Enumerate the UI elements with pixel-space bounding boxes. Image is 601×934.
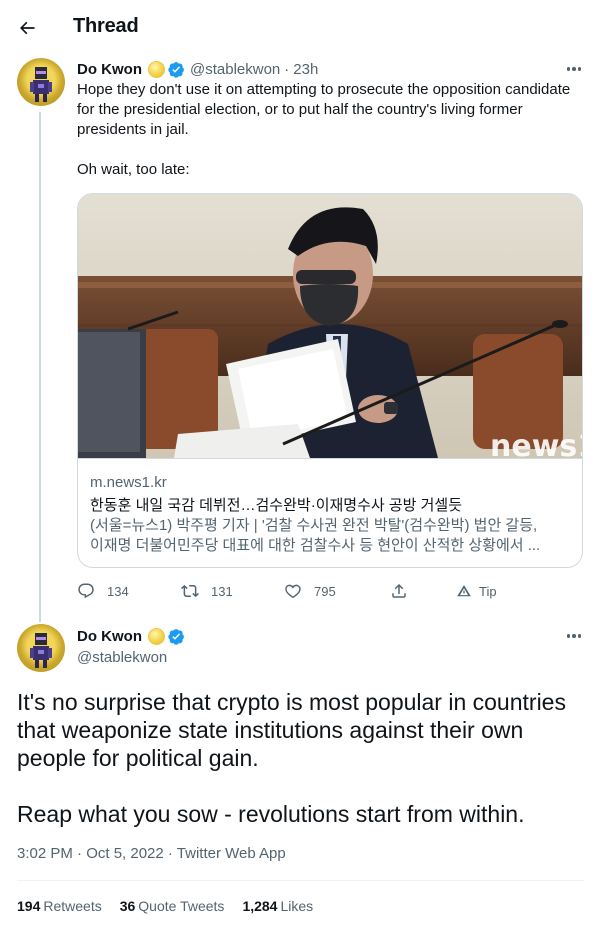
thread-connector-line	[39, 112, 41, 622]
back-button[interactable]	[13, 14, 41, 42]
author-handle[interactable]: @stablekwon	[190, 61, 280, 78]
link-preview-meta: m.news1.kr 한동훈 내일 국감 데뷔전…검수완박·이재명수사 공방 거…	[78, 458, 582, 567]
tweet-time[interactable]: 23h	[293, 61, 318, 78]
tweet-actions: 134 131 795 Tip	[77, 580, 583, 602]
tweet-text: Hope they don't use it on attempting to …	[77, 81, 571, 178]
thread-header: Thread	[0, 0, 601, 56]
main-tweet-text: It's no surprise that crypto is most pop…	[17, 689, 566, 827]
author-name[interactable]: Do Kwon	[77, 628, 142, 645]
verified-badge-icon	[168, 61, 185, 78]
tip-button[interactable]: Tip	[455, 580, 497, 602]
more-dots-icon	[566, 634, 571, 638]
share-icon	[392, 583, 406, 598]
separator-dot: ·	[284, 60, 290, 78]
tweet-timestamp[interactable]: 3:02 PM · Oct 5, 2022 · Twitter Web App	[17, 845, 286, 862]
retweet-icon	[181, 584, 199, 598]
divider	[17, 880, 584, 881]
news-watermark: news1	[490, 429, 582, 458]
tip-label: Tip	[479, 583, 497, 599]
retweets-stat[interactable]: 194 Retweets	[17, 898, 102, 914]
author-handle[interactable]: @stablekwon	[77, 649, 167, 666]
heart-icon	[285, 584, 301, 599]
avatar[interactable]	[17, 624, 65, 672]
coin-badge-icon	[148, 60, 165, 78]
like-count: 795	[314, 583, 336, 599]
like-button[interactable]: 795	[284, 580, 336, 602]
reply-icon	[78, 583, 94, 599]
verified-badge-icon	[168, 628, 185, 645]
card-domain: m.news1.kr	[90, 474, 167, 491]
tweet-stats: 194 Retweets 36 Quote Tweets 1,284 Likes	[17, 898, 331, 914]
news-photo-image: news1	[78, 194, 582, 458]
reply-button[interactable]: 134	[77, 580, 129, 602]
retweet-count: 131	[211, 583, 233, 599]
tweet-author-row: Do Kwon	[77, 626, 185, 646]
card-description-line: (서울=뉴스1) 박주평 기자 | '검찰 수사권 완전 박탈'(검수완박) 법…	[90, 517, 538, 534]
more-dots-icon	[566, 67, 571, 71]
card-description: (서울=뉴스1) 박주평 기자 | '검찰 수사권 완전 박탈'(검수완박) 법…	[90, 516, 572, 556]
reply-count: 134	[107, 583, 129, 599]
card-description-line: 이재명 더불어민주당 대표에 대한 검찰수사 등 현안이 산적한 상황에서 ..…	[90, 537, 541, 554]
quote-tweets-stat[interactable]: 36 Quote Tweets	[120, 898, 225, 914]
share-button[interactable]	[390, 580, 408, 602]
card-title: 한동훈 내일 국감 데뷔전…검수완박·이재명수사 공방 거셀듯	[90, 497, 463, 514]
retweet-button[interactable]: 131	[181, 580, 233, 602]
author-handle-row: @stablekwon	[77, 647, 167, 667]
link-preview-card[interactable]: news1 m.news1.kr 한동훈 내일 국감 데뷔전…검수완박·이재명수…	[77, 193, 583, 568]
more-options-button[interactable]	[564, 626, 584, 646]
tip-icon	[457, 585, 471, 597]
tweet-author-row: Do Kwon @stablekwon · 23h	[77, 59, 318, 79]
more-options-button[interactable]	[564, 59, 584, 79]
avatar[interactable]	[17, 58, 65, 106]
likes-stat[interactable]: 1,284 Likes	[242, 898, 313, 914]
author-name[interactable]: Do Kwon	[77, 61, 142, 78]
arrow-left-icon	[20, 21, 35, 35]
page-title: Thread	[73, 15, 139, 37]
coin-badge-icon	[148, 627, 165, 645]
